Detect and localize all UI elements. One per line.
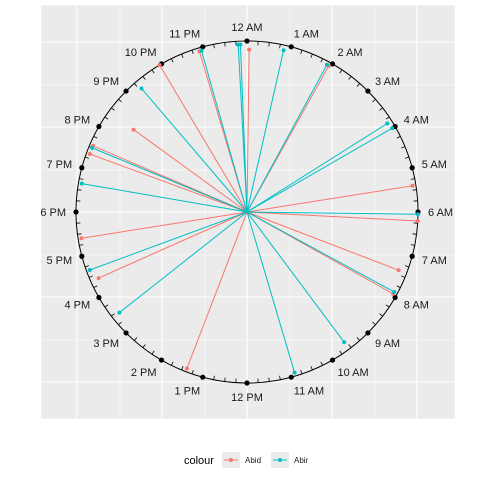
hour-label: 5 AM xyxy=(422,159,447,171)
hour-label: 3 PM xyxy=(93,338,119,350)
clock-minor-tick xyxy=(77,189,82,191)
hour-label: 2 AM xyxy=(338,47,363,59)
series-point-abid xyxy=(96,276,101,281)
hour-label: 10 PM xyxy=(125,47,157,59)
series-point-abir xyxy=(385,121,390,126)
series-point-abir xyxy=(90,145,95,150)
series-point-abir xyxy=(199,48,204,53)
hour-label: 7 PM xyxy=(47,159,73,171)
hour-marker-dot xyxy=(79,165,85,171)
hour-label: 4 PM xyxy=(65,300,91,312)
legend-key-point xyxy=(229,458,233,462)
hour-marker-dot xyxy=(365,330,371,336)
hour-label: 11 PM xyxy=(169,28,200,40)
legend-key-abir xyxy=(271,452,289,468)
hour-marker-dot xyxy=(244,38,250,44)
series-point-abid xyxy=(79,236,84,241)
series-point-abir xyxy=(392,289,397,294)
series-point-abir xyxy=(238,42,243,47)
legend-key-point xyxy=(278,458,282,462)
series-point-abir xyxy=(139,86,144,91)
series-point-abid xyxy=(184,366,189,371)
hour-label: 8 AM xyxy=(404,300,429,312)
hour-label: 1 PM xyxy=(175,386,201,398)
hour-label: 12 PM xyxy=(231,392,263,404)
hour-marker-dot xyxy=(123,330,129,336)
hour-marker-dot xyxy=(365,88,371,94)
hour-marker-dot xyxy=(409,165,415,171)
hour-label: 9 PM xyxy=(93,76,119,88)
hour-marker-dot xyxy=(73,209,79,215)
legend-key-abid xyxy=(222,452,240,468)
series-point-abir xyxy=(324,62,329,67)
hour-marker-dot xyxy=(200,374,206,380)
hour-marker-dot xyxy=(288,374,294,380)
series-point-abir xyxy=(79,181,84,186)
legend-label: Abir xyxy=(294,456,309,465)
clock-minor-tick xyxy=(268,377,270,382)
series-point-abid xyxy=(87,151,92,156)
series-point-abir xyxy=(390,126,395,131)
series-point-abir xyxy=(415,212,420,217)
hour-label: 11 AM xyxy=(294,386,324,398)
series-point-abid xyxy=(396,268,401,273)
clock-minor-tick xyxy=(224,42,226,47)
hour-marker-dot xyxy=(244,380,250,386)
legend: colour Abid Abir xyxy=(184,452,309,468)
clock-minor-tick xyxy=(412,233,417,235)
hour-marker-dot xyxy=(158,357,165,363)
hour-marker-dot xyxy=(409,253,415,259)
hour-marker-dot xyxy=(329,357,336,363)
clock-minor-tick xyxy=(224,377,226,382)
clock-minor-tick xyxy=(77,233,82,235)
hour-label: 6 PM xyxy=(40,207,66,219)
hour-label: 7 AM xyxy=(422,255,447,267)
hour-marker-dot xyxy=(96,123,102,130)
hour-label: 12 AM xyxy=(231,22,262,34)
clock-minor-tick xyxy=(412,189,417,191)
hour-marker-dot xyxy=(79,253,85,259)
radial-clock-chart: 12 AM 1 AM 2 AM 3 AM 4 AM 5 AM 6 AM 7 AM 8 AM 9 A… xyxy=(40,4,456,468)
hour-marker-dot xyxy=(200,44,206,50)
series-point-abid xyxy=(131,127,136,132)
series-point-abid xyxy=(247,47,252,52)
series-point-abir xyxy=(292,370,297,375)
series-point-abir xyxy=(87,268,92,273)
hour-marker-dot xyxy=(288,44,294,50)
series-point-abid xyxy=(157,63,162,68)
clock-minor-tick xyxy=(268,42,270,47)
hour-label: 1 AM xyxy=(294,28,319,40)
hour-label: 6 AM xyxy=(428,207,453,219)
hour-marker-dot xyxy=(96,294,102,301)
legend-title: colour xyxy=(184,455,214,467)
hour-label: 5 PM xyxy=(47,255,73,267)
legend-label: Abid xyxy=(245,456,261,465)
hour-label: 10 AM xyxy=(338,367,369,379)
series-point-abir xyxy=(281,48,286,53)
series-point-abir xyxy=(342,340,347,345)
hour-label: 2 PM xyxy=(131,367,157,379)
series-point-abid xyxy=(415,218,420,223)
hour-label: 4 AM xyxy=(404,115,429,127)
hour-label: 3 AM xyxy=(375,76,400,88)
hour-label: 8 PM xyxy=(65,115,91,127)
series-point-abid xyxy=(410,183,415,188)
series-point-abir xyxy=(117,310,122,315)
hour-marker-dot xyxy=(123,88,129,94)
hour-label: 9 AM xyxy=(375,338,400,350)
